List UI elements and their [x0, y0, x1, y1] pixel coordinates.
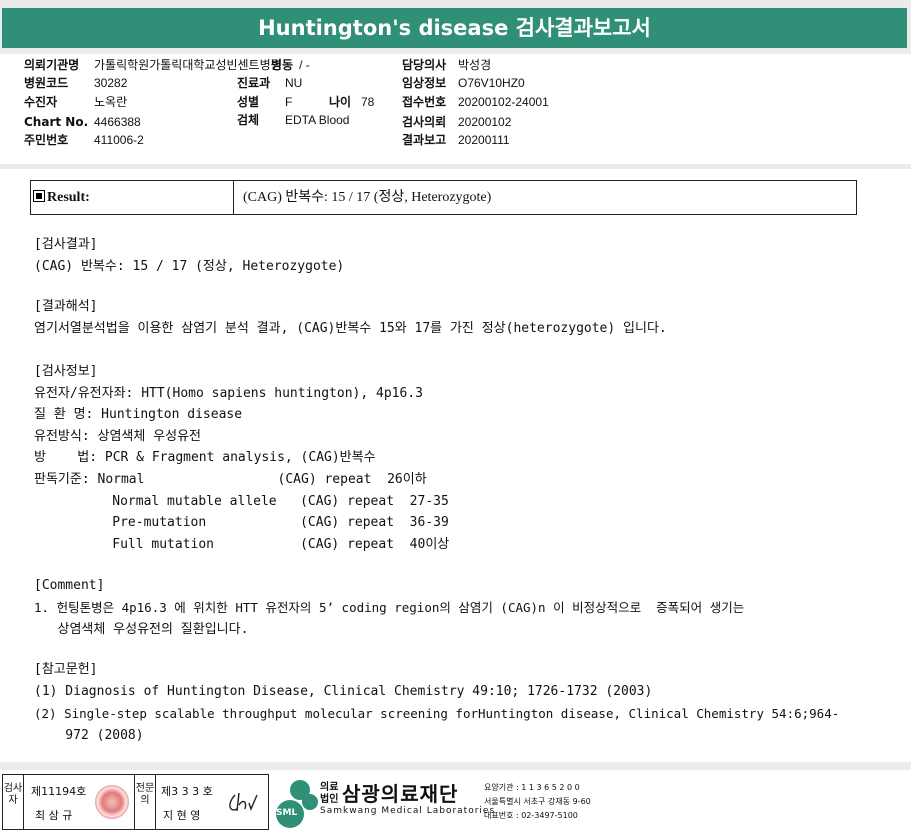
inspector-label: 검사자: [3, 775, 24, 829]
specialist-number: 제3 3 3 호: [161, 785, 213, 798]
criteria-line: 판독기준: Normal (CAG) repeat 26이하: [34, 472, 427, 487]
reference-line: 972 (2008): [34, 728, 144, 743]
org-code: 요양기관 : 1 1 3 6 5 2 0 0: [484, 783, 580, 792]
comment-line: 1. 헌팅톤병은 4p16.3 에 위치한 HTT 유전자의 5’ coding…: [34, 600, 745, 615]
specialist-name: 지 현 영: [163, 809, 201, 822]
info-accession: 접수번호 20200102-24001: [402, 95, 549, 109]
inspector-number: 제11194호: [31, 785, 87, 798]
info-ward: 병동 / -: [271, 58, 310, 72]
org-type: 의료 법인: [320, 782, 339, 805]
reference-line: (1) Diagnosis of Huntington Disease, Cli…: [34, 684, 653, 699]
section-heading: [Comment]: [34, 578, 105, 593]
org-phone: 대표번호 : 02-3497-5100: [484, 811, 578, 820]
info-doctor: 담당의사 박성경: [402, 58, 492, 72]
lab-logo: SML 의료 법인 삼광의료재단 Samkwang Medical Labora…: [270, 776, 910, 830]
divider: [0, 164, 911, 169]
criteria-line: Normal mutable allele (CAG) repeat 27-35: [34, 494, 449, 509]
seal-icon: [95, 785, 129, 819]
section-heading: [결과해석]: [34, 299, 98, 314]
footer-bar: [0, 762, 911, 770]
result-text: (CAG) 반복수: 15 / 17 (정상, Heterozygote): [34, 259, 345, 274]
title-bar: Huntington's disease 검사결과보고서: [0, 0, 911, 54]
section-heading: [검사정보]: [34, 364, 98, 379]
interpretation-text: 염기서열분석법을 이용한 삼염기 분석 결과, (CAG)반복수 15와 17를…: [34, 321, 667, 336]
result-box: Result: (CAG) 반복수: 15 / 17 (정상, Heterozy…: [30, 180, 857, 215]
comment-line: 상염색체 우성유전의 질환입니다.: [34, 622, 249, 637]
report-title: Huntington's disease 검사결과보고서: [2, 8, 907, 48]
logo-text: SML: [276, 808, 298, 818]
signature-box: 검사자 제11194호 최 삼 규 전문의 제3 3 3 호 지 현 영: [2, 774, 269, 830]
info-chart-no: Chart No. 4466388: [24, 115, 141, 129]
criteria-line: Pre-mutation (CAG) repeat 36-39: [34, 515, 449, 530]
result-value: (CAG) 반복수: 15 / 17 (정상, Heterozygote): [243, 190, 492, 205]
info-specimen: 검체 EDTA Blood: [237, 113, 350, 127]
criteria-line: Full mutation (CAG) repeat 40이상: [34, 537, 450, 552]
info-resident-no: 주민번호 411006-2: [24, 133, 144, 147]
result-label: Result:: [33, 181, 234, 214]
disease-line: 질 환 명: Huntington disease: [34, 407, 243, 422]
info-request-date: 검사의뢰 20200102: [402, 115, 512, 129]
signature-icon: [229, 792, 258, 812]
info-department: 진료과 NU: [237, 76, 303, 90]
info-clinical: 임상정보 O76V10HZ0: [402, 76, 525, 90]
info-age: 나이 78: [329, 95, 375, 109]
info-patient-name: 수진자 노옥란: [24, 95, 128, 109]
info-hospital-code: 병원코드 30282: [24, 76, 128, 90]
specialist-label: 전문의: [134, 775, 156, 829]
info-report-date: 결과보고 20200111: [402, 133, 510, 147]
info-institution: 의뢰기관명 가톨릭학원가톨릭대학교성빈센트병원: [24, 58, 282, 72]
section-heading: [참고문헌]: [34, 662, 98, 677]
gene-line: 유전자/유전자좌: HTT(Homo sapiens huntington), …: [34, 386, 423, 401]
checkbox-icon: [33, 190, 45, 202]
org-name: 삼광의료재단: [342, 782, 459, 806]
info-sex: 성별 F: [237, 95, 293, 109]
inheritance-line: 유전방식: 상염색체 우성유전: [34, 429, 202, 444]
org-address: 서울특별시 서초구 강재동 9-60: [484, 797, 591, 806]
section-heading: [검사결과]: [34, 237, 98, 252]
method-line: 방 법: PCR & Fragment analysis, (CAG)반복수: [34, 450, 376, 465]
reference-line: (2) Single-step scalable throughput mole…: [34, 706, 840, 721]
org-english: Samkwang Medical Laboratories: [320, 806, 496, 816]
inspector-name: 최 삼 규: [35, 809, 73, 822]
sml-logo-icon: [276, 780, 318, 828]
